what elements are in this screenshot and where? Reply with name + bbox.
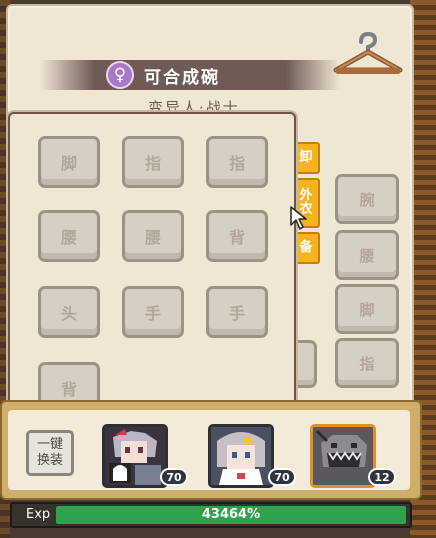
slot-wrist[interactable]: 腕 [335, 174, 399, 224]
slot-label: 指 [144, 154, 161, 173]
level-badge-2: 70 [268, 468, 296, 486]
slot-label: 背 [228, 228, 245, 247]
slot-label: 腕 [359, 190, 375, 209]
slot-label: 手 [228, 304, 245, 323]
slot-waist[interactable]: 腰 [335, 230, 399, 280]
tab-unequip[interactable]: 卸 [292, 142, 320, 174]
slot-label: 手 [144, 304, 161, 323]
slot-label: 头 [60, 304, 77, 323]
popup-slot[interactable]: 指 [122, 136, 184, 188]
character-portrait-1 [105, 427, 165, 485]
popup-slot[interactable]: 指 [206, 136, 268, 188]
popup-slot[interactable]: 腰 [122, 210, 184, 262]
character-card-1[interactable] [102, 424, 168, 488]
gender-badge-icon: ♀ [106, 61, 134, 89]
slot-label: 腰 [60, 228, 77, 247]
slot-label: 腰 [144, 228, 161, 247]
slot-foot[interactable]: 脚 [335, 284, 399, 334]
popup-slot[interactable]: 腰 [38, 210, 100, 262]
popup-slot[interactable]: 手 [206, 286, 268, 338]
slot-label: 脚 [359, 300, 375, 319]
character-subtitle: 变异人·战士 [148, 99, 240, 111]
slot-label: 指 [228, 154, 245, 173]
popup-slot[interactable]: 背 [206, 210, 268, 262]
popup-slot[interactable]: 手 [122, 286, 184, 338]
slot-label: 指 [359, 354, 375, 373]
hanger-icon[interactable] [330, 30, 406, 82]
character-portrait-2 [211, 427, 271, 485]
one-click-swap-button[interactable]: 一键 换装 [26, 430, 74, 476]
slot-label: 背 [60, 380, 77, 399]
slot-label: 腰 [359, 246, 375, 265]
mouse-cursor-icon [290, 206, 307, 230]
slot-select-popup: 脚 指 指 腰 腰 背 头 手 手 背 [8, 112, 296, 410]
character-portrait-3 [313, 427, 373, 485]
tab-equip[interactable]: 备 [292, 232, 320, 264]
popup-slot[interactable]: 头 [38, 286, 100, 338]
level-badge-1: 70 [160, 468, 188, 486]
level-badge-3: 12 [368, 468, 396, 486]
exp-bar: Exp 43464% [10, 502, 412, 528]
exp-label: Exp [26, 507, 51, 522]
character-card-3-selected[interactable] [310, 424, 376, 488]
slot-label: 脚 [60, 154, 77, 173]
character-card-2[interactable] [208, 424, 274, 488]
slot-finger[interactable]: 指 [335, 338, 399, 388]
popup-slot[interactable]: 脚 [38, 136, 100, 188]
exp-value: 43464% [201, 507, 261, 522]
panel-title: 可合成碗 [144, 68, 220, 88]
